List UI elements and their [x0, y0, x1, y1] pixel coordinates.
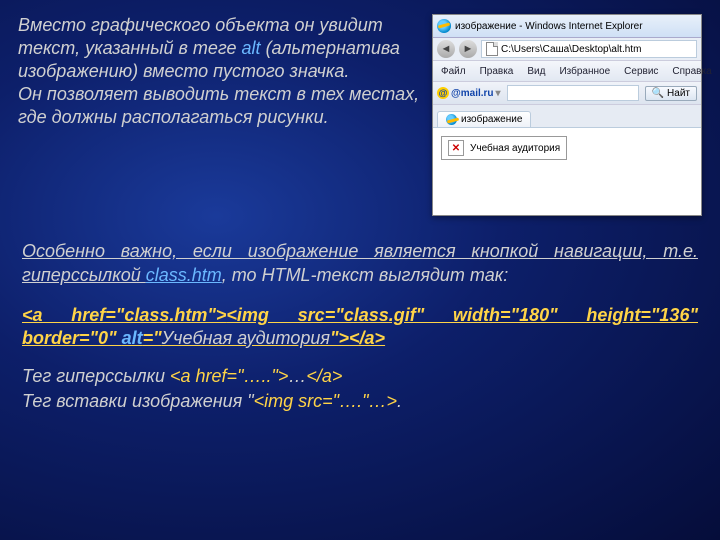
address-text: C:\Users\Саша\Desktop\alt.htm: [501, 44, 641, 55]
alt-keyword-1: alt: [242, 38, 261, 58]
navbar: ◄ ► C:\Users\Саша\Desktop\alt.htm: [433, 38, 701, 61]
class-htm: class.htm: [146, 265, 222, 285]
t1-mid: …: [288, 366, 306, 386]
p1-line2: Он позволяет выводить текст в тех местах…: [18, 84, 419, 127]
code-a-open: <a href="class.htm">: [22, 305, 226, 325]
browser-mockup: изображение - Windows Internet Explorer …: [432, 14, 702, 216]
address-bar[interactable]: C:\Users\Саша\Desktop\alt.htm: [481, 40, 697, 58]
mailru-label: @mail.ru: [451, 88, 494, 99]
menu-help[interactable]: Справка: [666, 64, 717, 79]
tab-label: изображение: [461, 114, 522, 125]
broken-image-box: ✕ Учебная аудитория: [441, 136, 567, 160]
code-a-close: </a>: [349, 328, 385, 348]
back-button[interactable]: ◄: [437, 40, 455, 58]
second-paragraph: Особенно важно, если изображение являетс…: [0, 216, 720, 288]
t2-pre: Тег вставки изображения ": [22, 391, 254, 411]
search-button[interactable]: 🔍 Найт: [645, 86, 697, 101]
menu-file[interactable]: Файл: [435, 64, 472, 79]
intro-paragraph: Вместо графического объекта он увидит те…: [18, 14, 420, 216]
tab-ie-icon: [446, 114, 457, 125]
titlebar: изображение - Windows Internet Explorer: [433, 15, 701, 38]
code-alt-kw: alt: [122, 328, 143, 348]
menu-service[interactable]: Сервис: [618, 64, 664, 79]
t2-post: .: [397, 391, 402, 411]
tab-image[interactable]: изображение: [437, 111, 531, 127]
t1-close: </a>: [306, 366, 342, 386]
menu-fav[interactable]: Избранное: [553, 64, 616, 79]
page-icon: [486, 42, 498, 56]
code-eq: =": [143, 328, 162, 348]
menu-edit[interactable]: Правка: [474, 64, 520, 79]
mailru-logo: @ @mail.ru ▾: [437, 87, 501, 99]
code-endq: ">: [330, 328, 349, 348]
mail-toolbar: @ @mail.ru ▾ 🔍 Найт: [433, 82, 701, 105]
menu-view[interactable]: Вид: [521, 64, 551, 79]
page-content: ✕ Учебная аудитория: [433, 128, 701, 215]
p2-after: , то HTML-текст выглядит так:: [222, 265, 508, 285]
menubar: Файл Правка Вид Избранное Сервис Справка: [433, 61, 701, 82]
tag-explanations: Тег гиперссылки <a href="…..">…</a> Тег …: [0, 350, 720, 413]
t1-pre: Тег гиперссылки: [22, 366, 170, 386]
window-title: изображение - Windows Internet Explorer: [455, 21, 643, 32]
t2-tag: <img src="…."…>: [254, 391, 397, 411]
tabbar: изображение: [433, 105, 701, 128]
alt-text: Учебная аудитория: [470, 143, 560, 154]
code-example: <a href="class.htm"><img src="class.gif"…: [0, 288, 720, 351]
ie-icon: [437, 19, 451, 33]
search-input[interactable]: [507, 85, 639, 101]
mailru-at-icon: @: [437, 87, 449, 99]
forward-button[interactable]: ►: [459, 40, 477, 58]
t1-open: <a href="…..">: [170, 366, 288, 386]
code-alt-text: Учебная аудитория: [162, 328, 330, 348]
broken-image-icon: ✕: [448, 140, 464, 156]
